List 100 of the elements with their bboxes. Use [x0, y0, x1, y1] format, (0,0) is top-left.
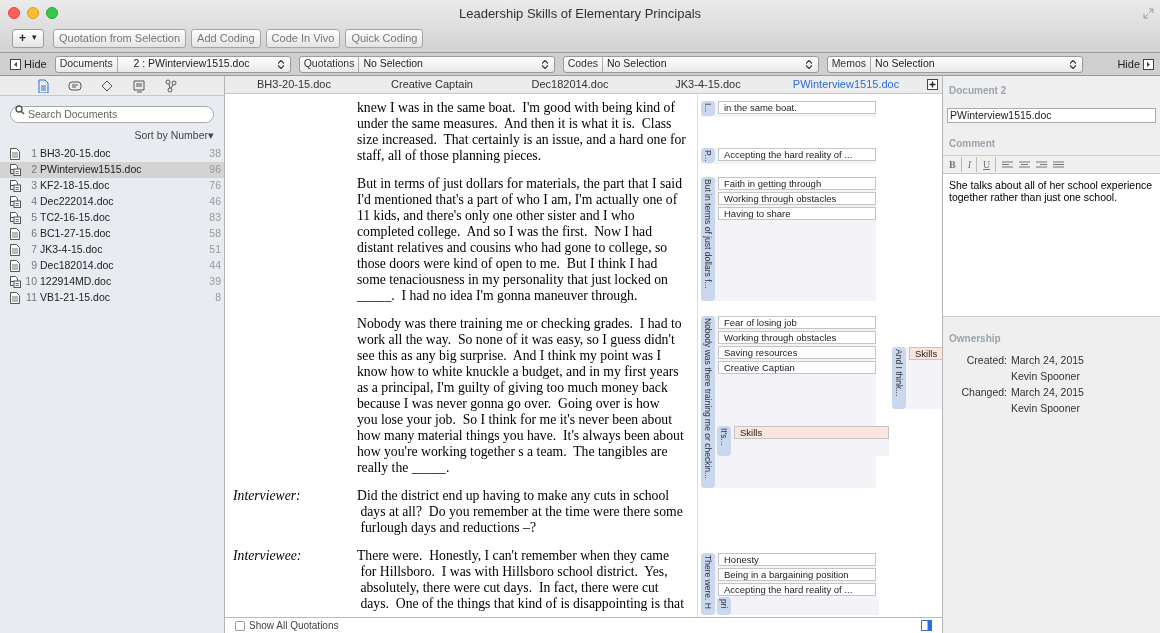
- filter-select[interactable]: Documents 2 : PWinterview1515.doc: [54, 55, 291, 73]
- document-list-item[interactable]: 2 PWinterview1515.doc 96: [0, 161, 224, 178]
- toolbar-button[interactable]: Add Coding: [191, 28, 261, 48]
- transcript-line: really the _____.: [357, 460, 451, 476]
- toolbar-button[interactable]: Code In Vivo: [265, 28, 341, 48]
- align-icon[interactable]: [1019, 161, 1031, 168]
- code-tag[interactable]: Accepting the hard reality of ...: [718, 148, 876, 161]
- code-view-icon[interactable]: [100, 78, 114, 93]
- document-icon: [10, 147, 20, 160]
- quotation-label[interactable]: pri: [717, 597, 731, 615]
- filter-select[interactable]: Quotations No Selection: [298, 55, 555, 73]
- transcript-line: staff, all of those planning pieces.: [357, 148, 543, 164]
- quotation-label[interactable]: There were. H: [701, 553, 715, 615]
- speaker-label: Interviewer:: [233, 488, 301, 503]
- comment-editor[interactable]: She talks about all of her school experience together rather than just one school.: [943, 173, 1160, 317]
- search-field[interactable]: Search Documents: [10, 105, 214, 123]
- document-number: 4: [30, 193, 38, 209]
- code-tag[interactable]: Creative Captian: [718, 361, 876, 374]
- code-tag[interactable]: Being in a bargaining position: [718, 568, 876, 581]
- network-view-icon[interactable]: [164, 78, 178, 93]
- hide-sidebar-button[interactable]: Hide: [10, 55, 47, 73]
- code-tag[interactable]: Skills: [909, 347, 942, 360]
- quotation-label[interactable]: P...: [701, 148, 715, 163]
- close-window-icon[interactable]: [8, 7, 20, 19]
- format-button[interactable]: U: [983, 157, 997, 172]
- add-tab-icon[interactable]: [927, 79, 938, 90]
- document-list-item[interactable]: 9 Dec182014.doc 44: [0, 257, 224, 274]
- transcript-line: _____. I had no idea I'm gonna maneuver through.: [357, 288, 639, 304]
- linked-document-icon: [10, 163, 21, 176]
- document-tab[interactable]: Dec182014.doc: [501, 76, 639, 93]
- document-list-item[interactable]: 7 JK3-4-15.doc 51: [0, 241, 224, 258]
- document-list-item[interactable]: 3 KF2-18-15.doc 76: [0, 177, 224, 194]
- document-list-item[interactable]: 1 BH3-20-15.doc 38: [0, 145, 224, 162]
- transcript-line: as a principal, I'm guilty of giving too much money back: [357, 380, 669, 396]
- document-list-item[interactable]: 11 VB1-21-15.doc 8: [0, 289, 224, 306]
- filter-value: No Selection: [362, 56, 424, 72]
- document-list-item[interactable]: 5 TC2-16-15.doc 83: [0, 209, 224, 226]
- fullscreen-icon[interactable]: [1143, 8, 1154, 19]
- transcript-line: Did the district end up having to make any cuts in school: [357, 488, 671, 504]
- zoom-window-icon[interactable]: [46, 7, 58, 19]
- code-tag[interactable]: Working through obstacles: [718, 331, 876, 344]
- document-name: TC2-16-15.doc: [40, 209, 112, 225]
- sort-menu[interactable]: Sort by Number▾: [134, 128, 214, 144]
- document-list-item[interactable]: 4 Dec222014.doc 46: [0, 193, 224, 210]
- document-view-icon[interactable]: [36, 78, 50, 93]
- document-tab[interactable]: BH3-20-15.doc: [225, 76, 363, 93]
- transcript-line: how many material things you have. It's always been about: [357, 428, 684, 444]
- document-number: 10: [24, 273, 38, 289]
- code-tag[interactable]: Having to share: [718, 207, 876, 220]
- align-icon[interactable]: [1053, 161, 1065, 168]
- toolbar-button[interactable]: Quotation from Selection: [53, 28, 187, 48]
- transcript-line: furlough days and reductions –?: [359, 520, 538, 536]
- transcript-line: distant relatives and cousins who had gone to college, so: [357, 240, 669, 256]
- code-tag[interactable]: Faith in getting through: [718, 177, 876, 190]
- code-tag[interactable]: in the same boat.: [718, 101, 876, 114]
- code-tag[interactable]: Fear of losing job: [718, 316, 876, 329]
- ownership-heading: Ownership: [948, 332, 1002, 346]
- transcript-line: for Hillsboro. I was with Hillsboro school district. Yes,: [359, 564, 669, 580]
- filter-label: Quotations: [299, 56, 360, 72]
- align-icon[interactable]: [1002, 161, 1014, 168]
- code-tag[interactable]: Honesty: [718, 553, 876, 566]
- document-name-field[interactable]: PWinterview1515.doc: [947, 108, 1156, 124]
- filter-value: No Selection: [606, 56, 668, 72]
- code-tag[interactable]: Accepting the hard reality of ...: [718, 583, 876, 596]
- document-name: BC1-27-15.doc: [40, 225, 112, 241]
- transcript-line: size increased. That certainly is an issue, and a hard one for: [357, 132, 686, 148]
- code-tag[interactable]: Saving resources: [718, 346, 876, 359]
- document-tab[interactable]: PWinterview1515.doc: [777, 76, 915, 93]
- quotation-label[interactable]: I...: [701, 101, 715, 116]
- quotation-label[interactable]: It's...: [717, 426, 731, 456]
- filter-label: Codes: [563, 56, 603, 72]
- panel-toggle-icon[interactable]: [921, 620, 932, 631]
- comment-heading: Comment: [948, 137, 997, 151]
- memo-view-icon[interactable]: [132, 78, 146, 93]
- document-icon: [10, 259, 20, 272]
- document-list-item[interactable]: 6 BC1-27-15.doc 58: [0, 225, 224, 242]
- quotation-label[interactable]: But in terms of just dollars f...: [701, 177, 715, 301]
- transcript-line: days. One of the things that kind of is disappointing is that: [359, 596, 684, 612]
- format-button[interactable]: B: [949, 157, 962, 172]
- transcript-line: work all the way. So none of it was easy, so I guess didn't: [357, 332, 676, 348]
- align-icon[interactable]: [1036, 161, 1048, 168]
- toolbar-button[interactable]: Quick Coding: [345, 28, 424, 48]
- show-all-checkbox[interactable]: [235, 620, 245, 631]
- add-menu-button[interactable]: + ▾: [12, 28, 44, 48]
- document-list-item[interactable]: 10 122914MD.doc 39: [0, 273, 224, 290]
- quotation-view-icon[interactable]: [68, 78, 82, 93]
- document-tab[interactable]: JK3-4-15.doc: [639, 76, 777, 93]
- quotation-count: 46: [209, 193, 221, 209]
- search-icon: [15, 105, 25, 115]
- document-tab[interactable]: Creative Captain: [363, 76, 501, 93]
- document-icon: [10, 227, 20, 240]
- filter-select[interactable]: Memos No Selection: [826, 55, 1083, 73]
- quotation-label[interactable]: And I think...: [892, 347, 906, 409]
- format-button[interactable]: I: [967, 157, 977, 172]
- quotation-label[interactable]: Nobody was there training me or checkin...: [701, 316, 715, 488]
- code-tag[interactable]: Working through obstacles: [718, 192, 876, 205]
- filter-select[interactable]: Codes No Selection: [562, 55, 819, 73]
- hide-inspector-button[interactable]: Hide: [1117, 55, 1154, 73]
- code-tag[interactable]: Skills: [734, 426, 889, 439]
- document-number: 5: [30, 209, 38, 225]
